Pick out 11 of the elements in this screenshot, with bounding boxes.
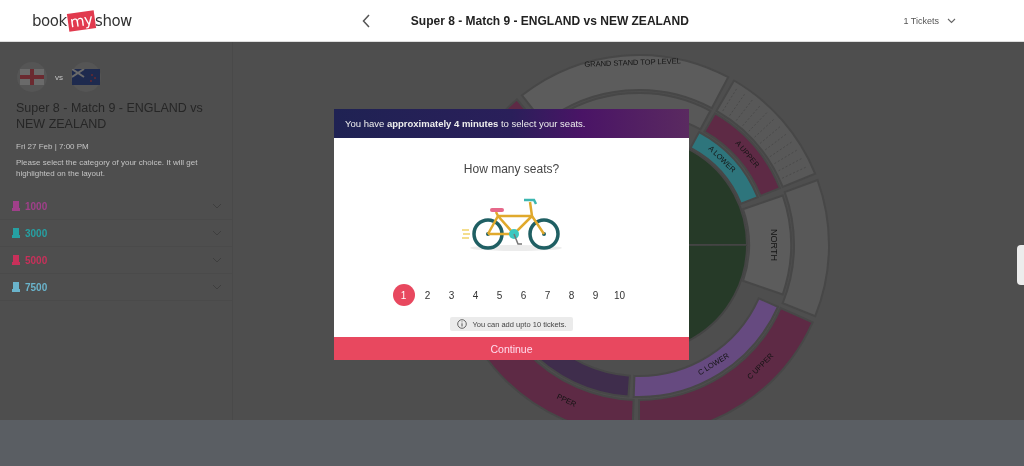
timer-notice: You have approximately 4 minutes to select your seats. <box>345 118 586 129</box>
dialog-heading: How many seats? <box>463 162 560 176</box>
category-price: 3000 <box>25 227 48 239</box>
event-title: Super 8 - Match 9 - ENGLAND vs NEW ZEALAND <box>410 13 689 28</box>
category-price: 1000 <box>25 200 48 212</box>
category-instruction: Please select the category of your choice. It will get highlighted on the layout. <box>16 157 199 179</box>
section-label: NORTH <box>768 229 779 261</box>
match-date-time: Fri 27 Feb | 7:00 PM <box>16 142 90 151</box>
versus-label: vs <box>55 72 63 82</box>
category-price: 5000 <box>25 254 48 266</box>
category-price: 7500 <box>25 281 48 293</box>
